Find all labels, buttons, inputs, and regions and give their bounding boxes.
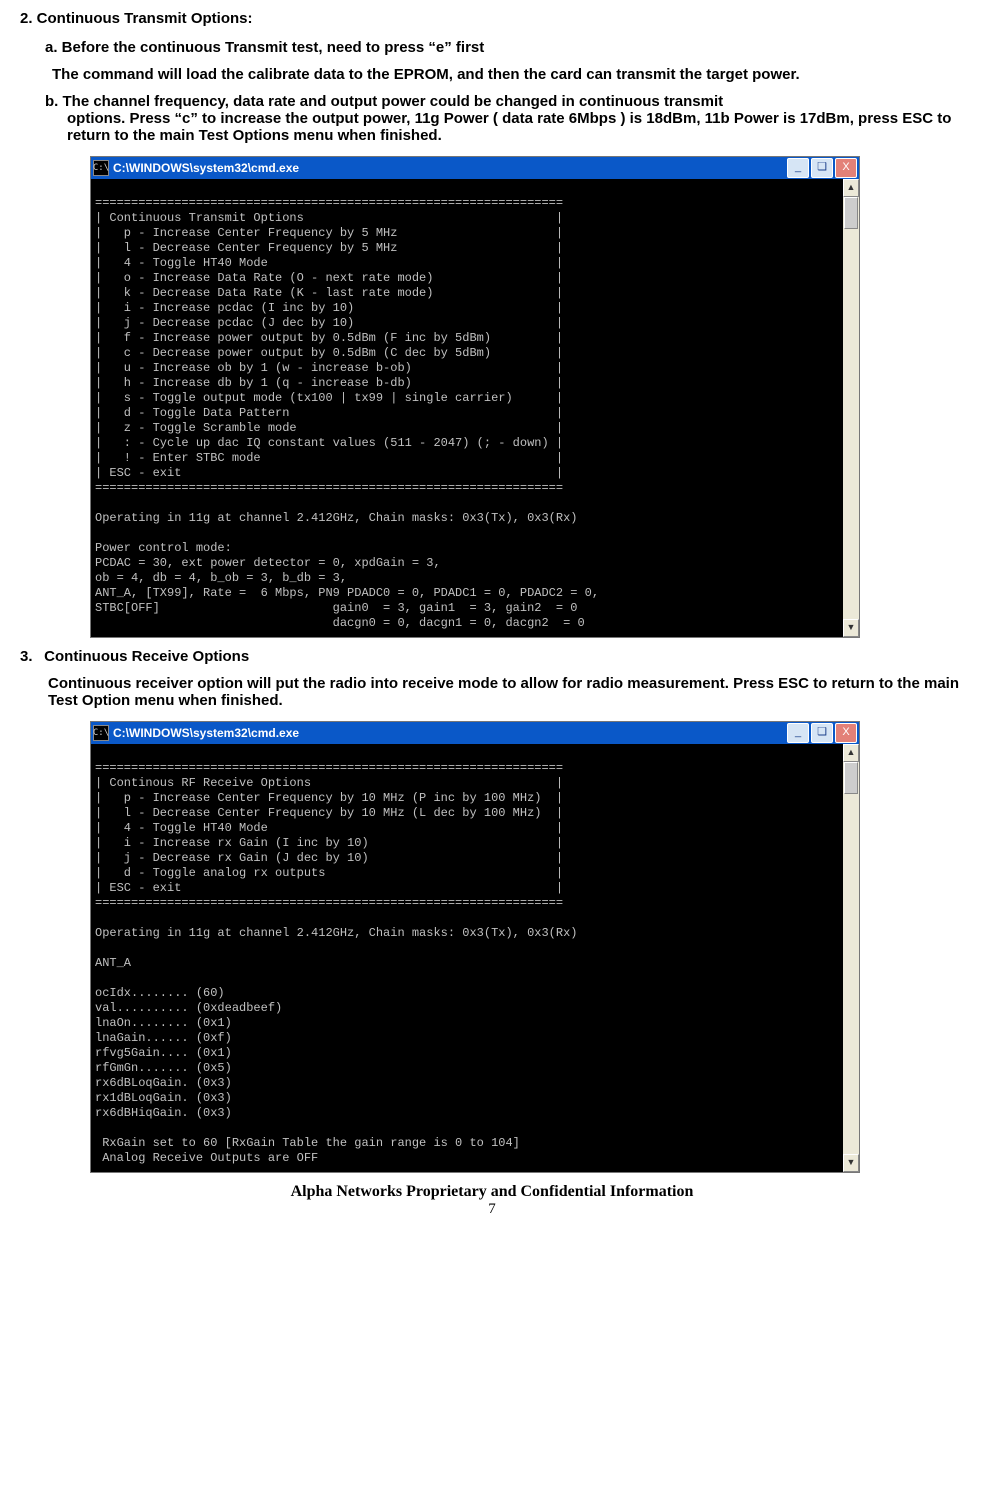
- section-3-number: 3.: [20, 648, 40, 665]
- section-2b: b. The channel frequency, data rate and …: [45, 93, 964, 144]
- cmd-icon: C:\: [93, 160, 109, 176]
- titlebar: C:\ C:\WINDOWS\system32\cmd.exe _ ❏ X: [91, 157, 859, 179]
- section-3-body: Continuous receiver option will put the …: [48, 675, 964, 709]
- maximize-button[interactable]: ❏: [811, 723, 833, 743]
- minimize-button[interactable]: _: [787, 723, 809, 743]
- window-buttons: _ ❏ X: [787, 723, 857, 743]
- window-title: C:\WINDOWS\system32\cmd.exe: [113, 161, 787, 175]
- section-2-heading: 2. Continuous Transmit Options:: [20, 10, 964, 27]
- scrollbar[interactable]: ▲ ▼: [843, 179, 859, 637]
- close-button[interactable]: X: [835, 723, 857, 743]
- scroll-up-button[interactable]: ▲: [843, 744, 859, 762]
- section-2a-body: The command will load the calibrate data…: [52, 66, 964, 83]
- cmd-icon: C:\: [93, 725, 109, 741]
- window-buttons: _ ❏ X: [787, 158, 857, 178]
- maximize-button[interactable]: ❏: [811, 158, 833, 178]
- cmd-window-receive: C:\ C:\WINDOWS\system32\cmd.exe _ ❏ X ==…: [90, 721, 860, 1173]
- section-3-heading: 3. Continuous Receive Options: [20, 648, 964, 665]
- titlebar: C:\ C:\WINDOWS\system32\cmd.exe _ ❏ X: [91, 722, 859, 744]
- window-title: C:\WINDOWS\system32\cmd.exe: [113, 726, 787, 740]
- footer-text: Alpha Networks Proprietary and Confident…: [20, 1183, 964, 1201]
- scroll-track[interactable]: [843, 762, 859, 1154]
- section-2b-line2: options. Press “c” to increase the outpu…: [45, 110, 964, 144]
- section-2b-line1: b. The channel frequency, data rate and …: [45, 93, 723, 110]
- scrollbar[interactable]: ▲ ▼: [843, 744, 859, 1172]
- close-button[interactable]: X: [835, 158, 857, 178]
- scroll-thumb[interactable]: [844, 762, 858, 794]
- scroll-down-button[interactable]: ▼: [843, 619, 859, 637]
- console-output-transmit: ========================================…: [91, 179, 843, 637]
- scroll-thumb[interactable]: [844, 197, 858, 229]
- minimize-button[interactable]: _: [787, 158, 809, 178]
- scroll-up-button[interactable]: ▲: [843, 179, 859, 197]
- scroll-track[interactable]: [843, 197, 859, 619]
- cmd-window-transmit: C:\ C:\WINDOWS\system32\cmd.exe _ ❏ X ==…: [90, 156, 860, 638]
- page-number: 7: [20, 1201, 964, 1218]
- scroll-down-button[interactable]: ▼: [843, 1154, 859, 1172]
- section-3-title: Continuous Receive Options: [44, 648, 249, 665]
- console-output-receive: ========================================…: [91, 744, 843, 1172]
- section-2a: a. Before the continuous Transmit test, …: [45, 39, 964, 56]
